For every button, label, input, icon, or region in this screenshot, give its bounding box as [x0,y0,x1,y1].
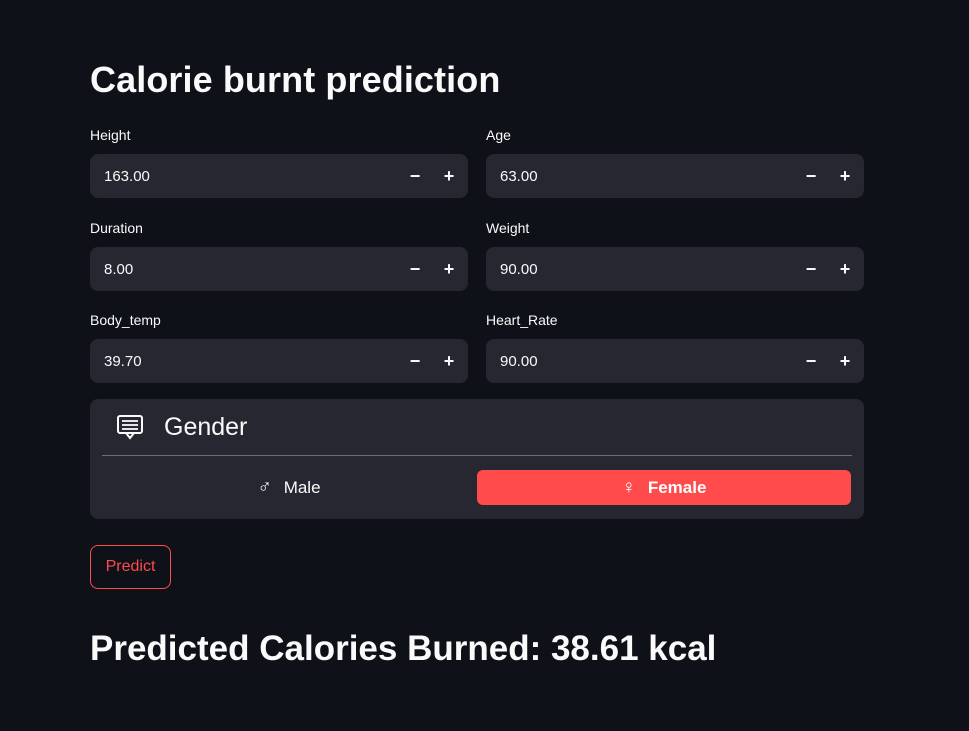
page-title: Calorie burnt prediction [90,59,501,100]
height-decrement-button[interactable]: − [398,154,432,198]
gender-card: Gender ♂ Male ♀ Female [90,399,864,519]
prediction-result: Predicted Calories Burned: 38.61 kcal [90,629,717,668]
height-field: Height 163.00 − + [90,126,468,198]
form-card-icon [116,414,144,440]
body-temp-decrement-button[interactable]: − [398,339,432,383]
female-icon: ♀ [621,477,636,498]
weight-decrement-button[interactable]: − [794,247,828,291]
gender-divider [102,455,852,456]
gender-option-female-label: Female [647,477,707,497]
duration-input[interactable]: 8.00 − + [90,247,468,291]
weight-value[interactable]: 90.00 [486,261,794,278]
body-temp-field: Body_temp 39.70 − + [90,311,468,383]
body-temp-value[interactable]: 39.70 [90,353,398,370]
heart-rate-field: Heart_Rate 90.00 − + [486,311,864,383]
gender-option-male[interactable]: ♂ Male [102,470,476,505]
height-label: Height [90,127,131,143]
weight-field: Weight 90.00 − + [486,219,864,291]
weight-label: Weight [486,220,530,236]
duration-decrement-button[interactable]: − [398,247,432,291]
heart-rate-increment-button[interactable]: + [828,339,862,383]
heart-rate-label: Heart_Rate [486,312,558,328]
body-temp-increment-button[interactable]: + [432,339,466,383]
male-icon: ♂ [257,477,272,498]
predict-button[interactable]: Predict [90,545,171,589]
gender-header: Gender [116,413,247,441]
age-value[interactable]: 63.00 [486,168,794,185]
heart-rate-decrement-button[interactable]: − [794,339,828,383]
weight-increment-button[interactable]: + [828,247,862,291]
gender-option-female[interactable]: ♀ Female [477,470,851,505]
weight-input[interactable]: 90.00 − + [486,247,864,291]
heart-rate-input[interactable]: 90.00 − + [486,339,864,383]
height-value[interactable]: 163.00 [90,168,398,185]
age-decrement-button[interactable]: − [794,154,828,198]
body-temp-input[interactable]: 39.70 − + [90,339,468,383]
body-temp-label: Body_temp [90,312,161,328]
duration-label: Duration [90,220,143,236]
duration-value[interactable]: 8.00 [90,261,398,278]
duration-increment-button[interactable]: + [432,247,466,291]
duration-field: Duration 8.00 − + [90,219,468,291]
height-increment-button[interactable]: + [432,154,466,198]
age-label: Age [486,127,511,143]
height-input[interactable]: 163.00 − + [90,154,468,198]
heart-rate-value[interactable]: 90.00 [486,353,794,370]
gender-option-male-label: Male [283,477,321,497]
age-increment-button[interactable]: + [828,154,862,198]
age-input[interactable]: 63.00 − + [486,154,864,198]
age-field: Age 63.00 − + [486,126,864,198]
gender-title: Gender [164,412,248,441]
